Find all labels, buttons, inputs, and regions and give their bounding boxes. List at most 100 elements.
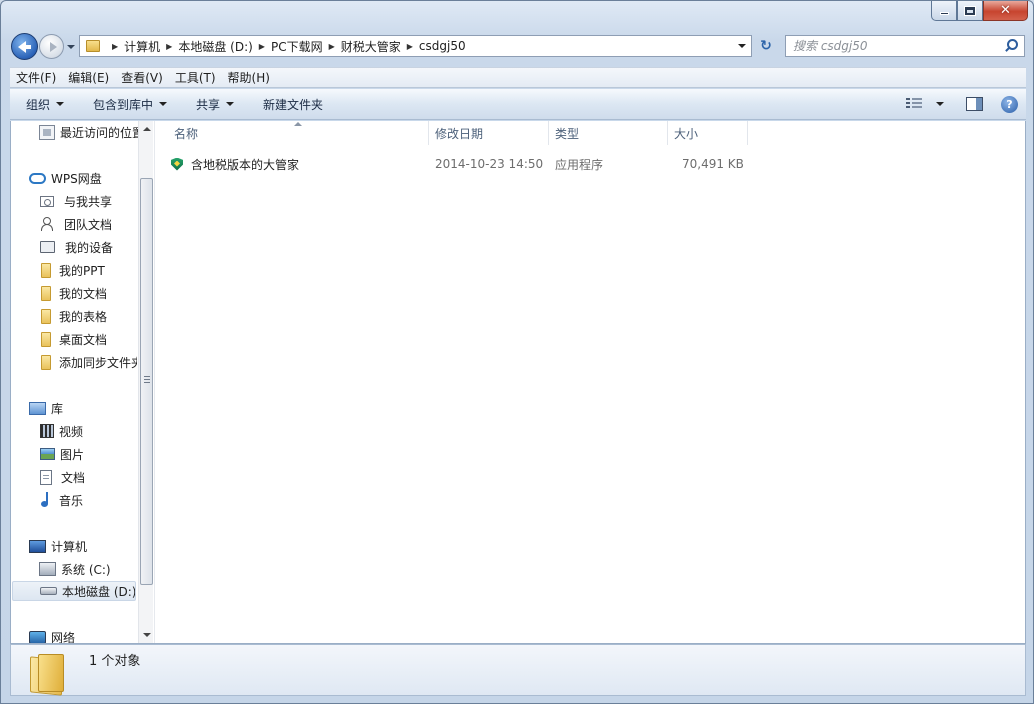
- scroll-down-icon[interactable]: [143, 633, 151, 637]
- back-button[interactable]: [11, 33, 38, 60]
- menu-edit[interactable]: 编辑(E): [62, 69, 115, 86]
- share-label: 共享: [196, 97, 221, 112]
- picture-icon: [40, 448, 55, 460]
- breadcrumb-separator-icon[interactable]: ▶: [259, 42, 265, 51]
- menu-bar: 文件(F) 编辑(E) 查看(V) 工具(T) 帮助(H): [10, 67, 1026, 88]
- sidebar-item-computer[interactable]: 计算机: [29, 536, 153, 556]
- sidebar-item-desktop-docs[interactable]: 桌面文档: [38, 329, 153, 349]
- window-controls: ✕: [931, 1, 1028, 21]
- breadcrumb-csdgj50[interactable]: csdgj50: [419, 39, 466, 53]
- maximize-icon: [965, 6, 975, 15]
- sidebar-item-my-docs[interactable]: 我的文档: [38, 283, 153, 303]
- sidebar-item-label: 团队文档: [64, 217, 113, 232]
- column-header-type[interactable]: 类型: [548, 121, 668, 145]
- search-box[interactable]: [785, 35, 1025, 57]
- sidebar-item-pictures[interactable]: 图片: [40, 444, 153, 464]
- folder-icon: [86, 40, 100, 52]
- new-folder-button[interactable]: 新建文件夹: [243, 89, 332, 119]
- sidebar-scrollbar[interactable]: [138, 121, 153, 643]
- breadcrumb-separator-icon[interactable]: ▶: [166, 42, 172, 51]
- sidebar-item-shared-with-me[interactable]: 与我共享: [40, 191, 153, 211]
- menu-view[interactable]: 查看(V): [115, 69, 169, 86]
- computer-icon: [29, 539, 46, 553]
- refresh-button[interactable]: ↻: [754, 36, 778, 56]
- cloud-icon: [29, 172, 46, 184]
- music-icon: [40, 492, 54, 508]
- table-row[interactable]: 含地税版本的大管家 2014-10-23 14:50 应用程序 70,491 K…: [171, 153, 749, 175]
- help-icon[interactable]: ?: [1001, 95, 1018, 113]
- sidebar-item-label: 最近访问的位置: [60, 125, 145, 140]
- column-header-size[interactable]: 大小: [667, 121, 748, 145]
- breadcrumb-pc-download[interactable]: PC下载网: [271, 38, 323, 55]
- file-name[interactable]: 含地税版本的大管家: [191, 156, 299, 173]
- scroll-up-icon[interactable]: [143, 127, 151, 131]
- sidebar-item-network[interactable]: 网络: [29, 627, 153, 643]
- search-icon[interactable]: [1003, 38, 1019, 54]
- sidebar-item-label: 系统 (C:): [61, 562, 111, 577]
- sidebar-item-music[interactable]: 音乐: [40, 490, 153, 510]
- recent-places-icon: [39, 124, 55, 140]
- forward-button[interactable]: [39, 34, 64, 59]
- sidebar-item-label: 与我共享: [64, 194, 113, 209]
- search-input[interactable]: [786, 39, 1003, 53]
- address-bar[interactable]: ▶ 计算机 ▶ 本地磁盘 (D:) ▶ PC下载网 ▶ 财税大管家 ▶ csdg…: [79, 35, 752, 57]
- sidebar-item-label: 网络: [51, 630, 76, 644]
- content-area: 最近访问的位置 WPS网盘 与我共享 团队文档 我的设备 我的PPT 我的文档 …: [10, 121, 1026, 644]
- include-in-library-button[interactable]: 包含到库中: [73, 89, 176, 119]
- grip-icon: [144, 376, 150, 383]
- sidebar-item-drive-c[interactable]: 系统 (C:): [39, 559, 153, 579]
- address-dropdown-icon[interactable]: [738, 44, 746, 48]
- sidebar-item-recent[interactable]: 最近访问的位置: [39, 122, 153, 142]
- file-size: 70,491 KB: [682, 157, 744, 171]
- breadcrumb-separator-icon[interactable]: ▶: [329, 42, 335, 51]
- sidebar-item-label: 本地磁盘 (D:): [62, 584, 136, 599]
- sidebar-item-my-ppt[interactable]: 我的PPT: [38, 260, 153, 280]
- sidebar-item-label: 文档: [61, 470, 86, 485]
- sidebar-item-label: 图片: [60, 447, 85, 462]
- scrollbar-thumb[interactable]: [140, 178, 153, 585]
- sidebar-item-team-docs[interactable]: 团队文档: [40, 214, 153, 234]
- sidebar-item-videos[interactable]: 视频: [40, 421, 153, 441]
- change-view-button[interactable]: [906, 89, 944, 119]
- file-list: 名称 修改日期 类型 大小 含地税版本的大管家 2014-10-23 14:50…: [155, 121, 1025, 643]
- sidebar-item-add-sync[interactable]: 添加同步文件夹: [38, 352, 137, 372]
- navigation-row: ▶ 计算机 ▶ 本地磁盘 (D:) ▶ PC下载网 ▶ 财税大管家 ▶ csdg…: [1, 31, 1033, 63]
- sidebar-item-wps[interactable]: WPS网盘: [29, 168, 153, 188]
- team-icon: [40, 217, 54, 231]
- column-header-name[interactable]: 名称: [155, 121, 429, 145]
- preview-pane-icon[interactable]: [966, 97, 983, 111]
- organize-label: 组织: [26, 97, 51, 112]
- menu-help[interactable]: 帮助(H): [222, 69, 276, 86]
- recent-pages-dropdown[interactable]: [67, 45, 75, 49]
- chevron-down-icon: [159, 102, 168, 106]
- menu-tools[interactable]: 工具(T): [169, 69, 222, 86]
- chevron-down-icon: [56, 102, 65, 106]
- breadcrumb-drive-d[interactable]: 本地磁盘 (D:): [178, 38, 252, 55]
- sidebar-item-drive-d[interactable]: 本地磁盘 (D:): [12, 581, 136, 601]
- organize-button[interactable]: 组织: [10, 89, 73, 119]
- breadcrumb-computer[interactable]: 计算机: [124, 38, 160, 55]
- sidebar-item-label: 库: [51, 401, 64, 416]
- sidebar-item-label: 桌面文档: [59, 332, 108, 347]
- breadcrumb-tax-manager[interactable]: 财税大管家: [341, 38, 401, 55]
- sidebar-item-my-devices[interactable]: 我的设备: [40, 237, 153, 257]
- breadcrumb-separator-icon[interactable]: ▶: [407, 42, 413, 51]
- column-header-label: 大小: [674, 126, 699, 141]
- sidebar-item-my-sheets[interactable]: 我的表格: [38, 306, 153, 326]
- item-count: 1 个对象: [89, 654, 141, 669]
- sidebar-item-library[interactable]: 库: [29, 398, 153, 418]
- folder-icon: [30, 654, 66, 692]
- close-button[interactable]: ✕: [983, 1, 1028, 21]
- network-icon: [29, 630, 46, 643]
- column-header-modified[interactable]: 修改日期: [428, 121, 549, 145]
- breadcrumb-separator-icon[interactable]: ▶: [112, 42, 118, 51]
- system-drive-icon: [39, 562, 56, 576]
- sort-ascending-icon: [294, 122, 302, 126]
- refresh-icon: ↻: [760, 38, 772, 54]
- maximize-button[interactable]: [957, 1, 983, 21]
- minimize-button[interactable]: [931, 1, 957, 21]
- menu-file[interactable]: 文件(F): [10, 69, 62, 86]
- sidebar-item-label: 我的设备: [65, 240, 114, 255]
- sidebar-item-documents[interactable]: 文档: [40, 467, 153, 487]
- share-button[interactable]: 共享: [176, 89, 243, 119]
